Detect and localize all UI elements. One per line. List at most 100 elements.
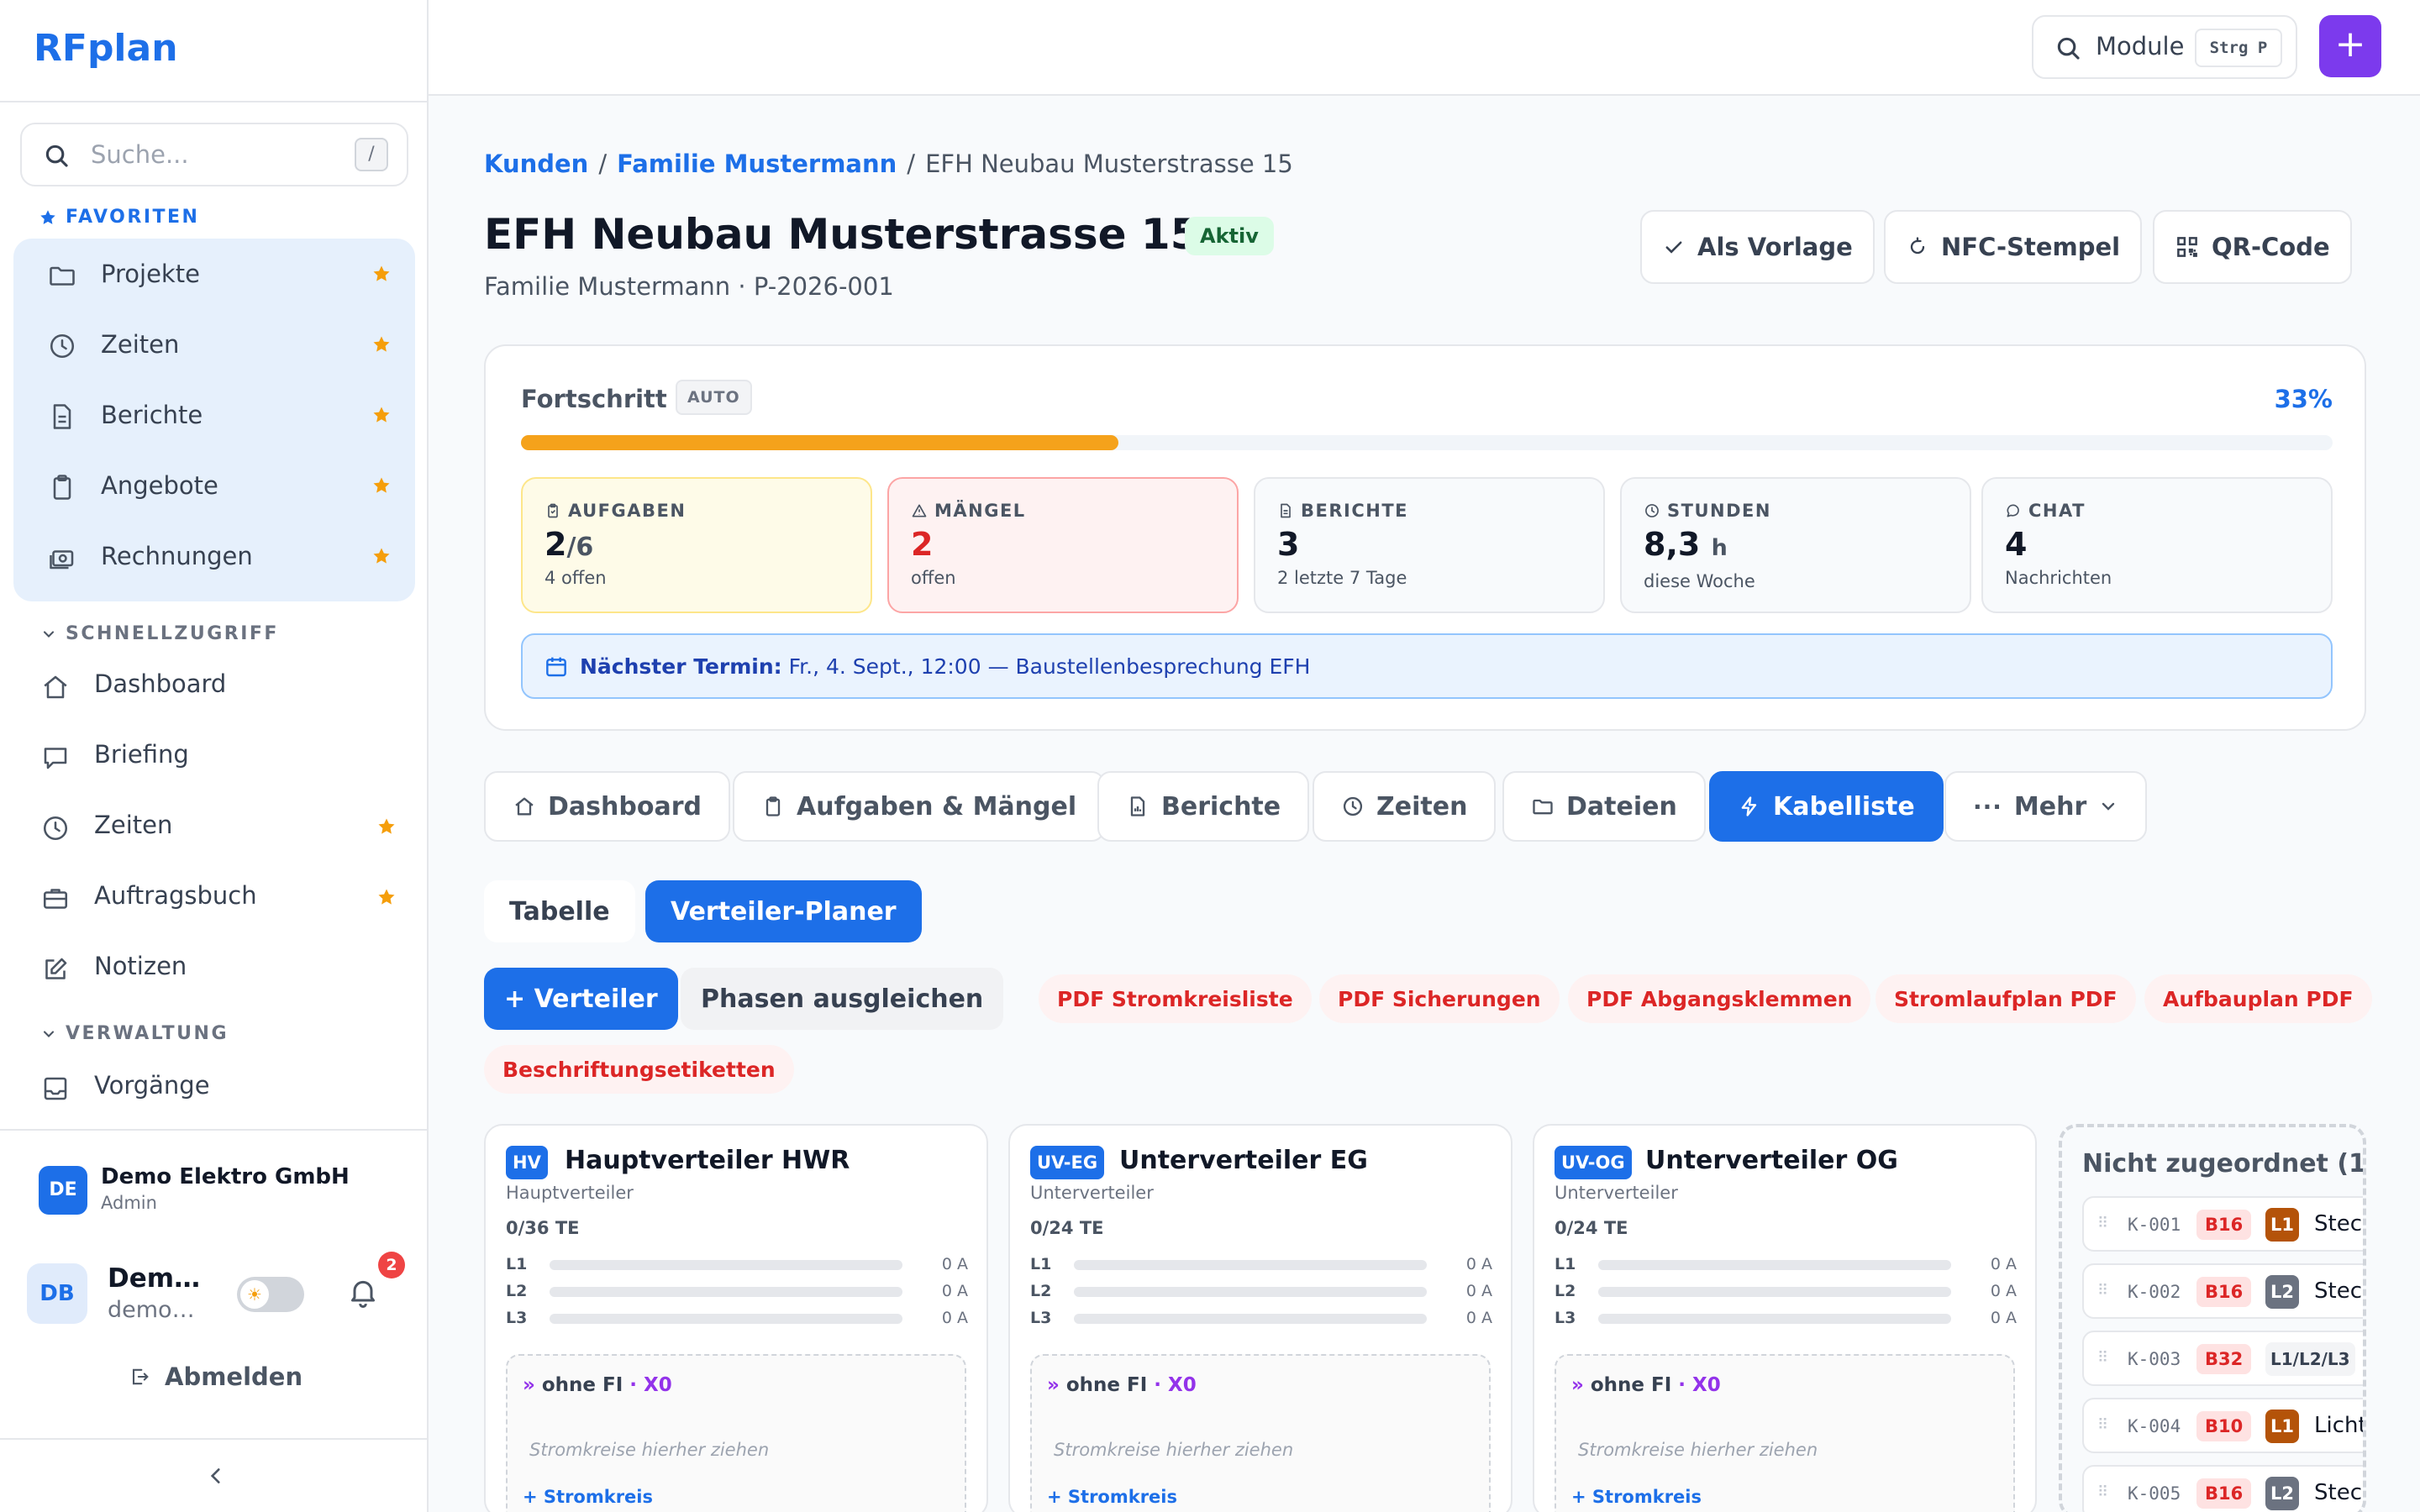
sidebar-item-notizen[interactable]: Notizen [0,932,429,1003]
sidebar-item-zeiten-quick[interactable]: Zeiten [0,791,429,862]
sidebar-item-zeiten[interactable]: Zeiten [13,309,415,380]
view-tab-verteiler-planer[interactable]: Verteiler-Planer [645,880,922,942]
star-icon[interactable] [371,405,392,425]
tab-berichte[interactable]: Berichte [1097,771,1310,842]
module-search-button[interactable]: Module Strg P [2032,15,2297,79]
star-icon[interactable] [371,475,392,496]
avatar[interactable]: DB [27,1263,87,1324]
tab-dashboard[interactable]: Dashboard [484,771,730,842]
add-distributor-button[interactable]: + Verteiler [484,968,678,1030]
breadcrumb-link-kunden[interactable]: Kunden [484,150,588,178]
add-button[interactable]: + [2319,15,2381,77]
sidebar-item-projekte[interactable]: Projekte [13,239,415,309]
chevron-left-icon[interactable] [205,1465,227,1487]
add-circuit-button[interactable]: + Stromkreis [523,1487,653,1507]
stat-card-aufgaben[interactable]: AUFGABEN 2/6 4 offen [521,477,872,613]
star-icon[interactable] [371,264,392,284]
export-beschriftung-button[interactable]: Beschriftungsetiketten [484,1045,794,1094]
bell-icon[interactable] [346,1275,380,1309]
sidebar-item-label: Vorgänge [94,1071,210,1100]
star-icon[interactable] [371,334,392,354]
drop-hint[interactable]: Stromkreise hierher ziehen [1054,1440,1293,1460]
circuit-item[interactable]: ⠿ K-002 B16 L2 Steckdosen [2082,1263,2363,1319]
drag-handle-icon[interactable]: ⠿ [2097,1215,2108,1232]
sidebar-item-auftragsbuch[interactable]: Auftragsbuch [0,862,429,932]
progress-label: Fortschritt [521,385,667,413]
circuit-item[interactable]: ⠿ K-003 B32 L1/L2/L3 [2082,1331,2363,1386]
stat-card-chat[interactable]: CHAT 4 Nachrichten [1981,477,2333,613]
appointment-value: Fr., 4. Sept., 12:00 — Baustellenbesprec… [788,654,1311,679]
star-icon[interactable] [376,816,397,837]
view-tab-tabelle[interactable]: Tabelle [484,880,635,942]
star-icon[interactable] [376,887,397,907]
search-placeholder[interactable]: Suche... [91,140,189,169]
circuit-item[interactable]: ⠿ K-005 B16 L2 Steckdosen [2082,1465,2363,1512]
drag-handle-icon[interactable]: ⠿ [2097,1349,2108,1367]
add-circuit-button[interactable]: + Stromkreis [1047,1487,1177,1507]
sidebar-item-angebote[interactable]: Angebote [13,450,415,521]
stat-card-stunden[interactable]: STUNDEN 8,3 h diese Woche [1620,477,1971,613]
qr-code-button[interactable]: QR-Code [2153,210,2352,284]
distributor-card-uv-og[interactable]: UV-OG Unterverteiler OG Unterverteiler 0… [1533,1124,2037,1512]
stat-card-berichte[interactable]: BERICHTE 3 2 letzte 7 Tage [1254,477,1605,613]
drop-hint[interactable]: Stromkreise hierher ziehen [1578,1440,1818,1460]
drag-handle-icon[interactable]: ⠿ [2097,1416,2108,1434]
star-icon[interactable] [371,546,392,566]
export-abgangsklemmen-button[interactable]: PDF Abgangsklemmen [1568,974,1871,1023]
stat-label: AUFGABEN [568,501,687,521]
tab-zeiten[interactable]: Zeiten [1313,771,1497,842]
sidebar-search[interactable]: Suche... / [20,123,408,186]
sidebar-item-briefing[interactable]: Briefing [0,721,429,791]
sidebar-item-dashboard[interactable]: Dashboard [0,650,429,721]
app-logo[interactable]: RFplan [34,27,178,70]
sidebar-item-vorgaenge[interactable]: Vorgänge [0,1052,429,1122]
fi-label: ohne FI [1590,1374,1672,1396]
circuit-item[interactable]: ⠿ K-001 B16 L1 Steckdosen [2082,1196,2363,1252]
theme-toggle[interactable]: ☀ [237,1277,304,1312]
logout-button[interactable]: Abmelden [128,1362,302,1391]
phase-label: L1 [506,1255,528,1273]
stat-card-maengel[interactable]: MÄNGEL 2 offen [887,477,1239,613]
export-aufbauplan-button[interactable]: Aufbauplan PDF [2144,974,2372,1023]
fi-group-header[interactable]: » ohne FI · X0 [523,1374,672,1396]
sidebar-item-rechnungen[interactable]: Rechnungen [13,521,415,591]
save-as-template-button[interactable]: Als Vorlage [1640,210,1875,284]
export-stromlaufplan-button[interactable]: Stromlaufplan PDF [1876,974,2136,1023]
distributor-te: 0/24 TE [1030,1218,1104,1238]
phase-amps: 0 A [1990,1255,2017,1273]
phase-amps: 0 A [1465,1282,1492,1300]
stat-value: 8,3 h [1644,526,1728,563]
balance-phases-button[interactable]: Phasen ausgleichen [681,968,1004,1030]
fi-group: » ohne FI · X0 Stromkreise hierher ziehen +… [506,1354,966,1512]
tab-aufgaben-maengel[interactable]: Aufgaben & Mängel [733,771,1106,842]
tab-label: Dashboard [548,791,702,822]
tab-mehr[interactable]: ··· Mehr [1944,771,2148,842]
drag-handle-icon[interactable]: ⠿ [2097,1282,2108,1299]
export-stromkreisliste-button[interactable]: PDF Stromkreisliste [1039,974,1312,1023]
admin-heading[interactable]: VERWALTUNG [40,1023,229,1044]
star-icon [40,209,55,224]
clock-icon [40,813,71,843]
breadcrumb-link-customer[interactable]: Familie Mustermann [617,150,897,178]
circuit-item[interactable]: ⠿ K-004 B10 L1 Licht Wohnen [2082,1398,2363,1453]
distributor-card-uv-eg[interactable]: UV-EG Unterverteiler EG Unterverteiler 0… [1008,1124,1512,1512]
distributor-name: Hauptverteiler HWR [565,1146,850,1175]
export-sicherungen-button[interactable]: PDF Sicherungen [1319,974,1560,1023]
drop-hint[interactable]: Stromkreise hierher ziehen [529,1440,769,1460]
org-name[interactable]: Demo Elektro GmbH [101,1164,350,1189]
tab-dateien[interactable]: Dateien [1502,771,1706,842]
progress-mode-badge[interactable]: AUTO [676,380,752,415]
drag-handle-icon[interactable]: ⠿ [2097,1483,2108,1501]
fi-group-header[interactable]: » ohne FI · X0 [1047,1374,1197,1396]
nfc-stamp-button[interactable]: NFC-Stempel [1884,210,2143,284]
distributor-card-hv[interactable]: HV Hauptverteiler HWR Hauptverteiler 0/3… [484,1124,988,1512]
stat-value: 4 [2005,526,2028,563]
fi-group-header[interactable]: » ohne FI · X0 [1571,1374,1721,1396]
circuit-id: K-001 [2128,1215,2181,1235]
sidebar-item-berichte[interactable]: Berichte [13,380,415,450]
add-circuit-button[interactable]: + Stromkreis [1571,1487,1702,1507]
breadcrumb: Kunden / Familie Mustermann / EFH Neubau… [484,150,1293,178]
quick-access-heading[interactable]: SCHNELLZUGRIFF [40,623,279,644]
tab-kabelliste[interactable]: Kabelliste [1709,771,1944,842]
next-appointment[interactable]: Nächster Termin: Fr., 4. Sept., 12:00 — … [521,633,2333,699]
